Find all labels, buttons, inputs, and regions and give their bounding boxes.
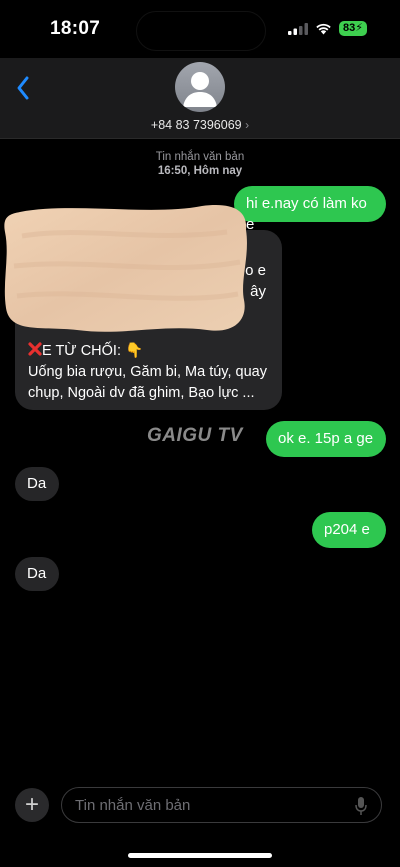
message-input-placeholder: Tin nhắn văn bản — [75, 797, 191, 814]
home-indicator[interactable] — [128, 853, 272, 858]
timestamp-label: 16:50, Hôm nay — [157, 165, 243, 177]
battery-level: 83 — [343, 22, 356, 34]
back-chevron-icon[interactable] — [14, 74, 34, 102]
message-text: hi e.nay có làm ko e — [246, 195, 367, 233]
message-type-label: Tin nhắn văn bản — [155, 151, 245, 163]
signal-icon — [288, 22, 309, 35]
contact-number: +84 83 7396069 — [150, 118, 242, 132]
message-text: ok e. 15p a ge — [278, 430, 374, 447]
message-incoming[interactable]: Da — [15, 467, 59, 501]
red-x-icon — [28, 342, 42, 356]
watermark: GAIGU TV — [147, 425, 243, 446]
battery-indicator: 83⚡ — [339, 21, 367, 36]
message-outgoing[interactable]: hi e.nay có làm ko e — [234, 186, 386, 233]
conversation-header: +84 83 7396069 › — [0, 58, 400, 139]
dynamic-island — [136, 11, 266, 51]
contact-name[interactable]: +84 83 7396069 › — [0, 118, 400, 132]
microphone-icon[interactable] — [355, 796, 367, 816]
pointing-down-emoji-icon: 👇 — [125, 343, 144, 359]
message-text: E TỪ CHỐI: 👇 Uống bia rượu, Găm bi, Ma t… — [28, 341, 276, 404]
message-text: p204 e — [324, 521, 370, 538]
refusal-heading: E TỪ CHỐI: — [42, 343, 126, 359]
status-bar: 18:07 83⚡ — [0, 0, 400, 58]
message-outgoing[interactable]: p204 e — [312, 512, 386, 548]
wifi-icon — [316, 23, 331, 35]
message-text: Da — [27, 475, 47, 492]
message-outgoing[interactable]: ok e. 15p a ge — [266, 421, 386, 457]
contact-chevron-icon: › — [245, 118, 250, 132]
conversation-timestamp: Tin nhắn văn bản 16:50, Hôm nay — [0, 150, 400, 178]
censor-smudge — [4, 205, 247, 332]
message-text: Da — [27, 565, 47, 582]
status-icons: 83⚡ — [288, 21, 367, 36]
plus-icon: + — [24, 791, 39, 818]
person-icon — [183, 72, 217, 107]
message-input[interactable]: Tin nhắn văn bản — [61, 787, 382, 823]
status-time: 18:07 — [50, 18, 101, 39]
message-text-partial: ây — [250, 283, 266, 300]
refusal-list: Uống bia rượu, Găm bi, Ma túy, quay chụp… — [28, 364, 267, 401]
contact-avatar[interactable] — [175, 62, 225, 112]
add-attachment-button[interactable]: + — [15, 788, 49, 822]
message-incoming[interactable]: Da — [15, 557, 59, 591]
